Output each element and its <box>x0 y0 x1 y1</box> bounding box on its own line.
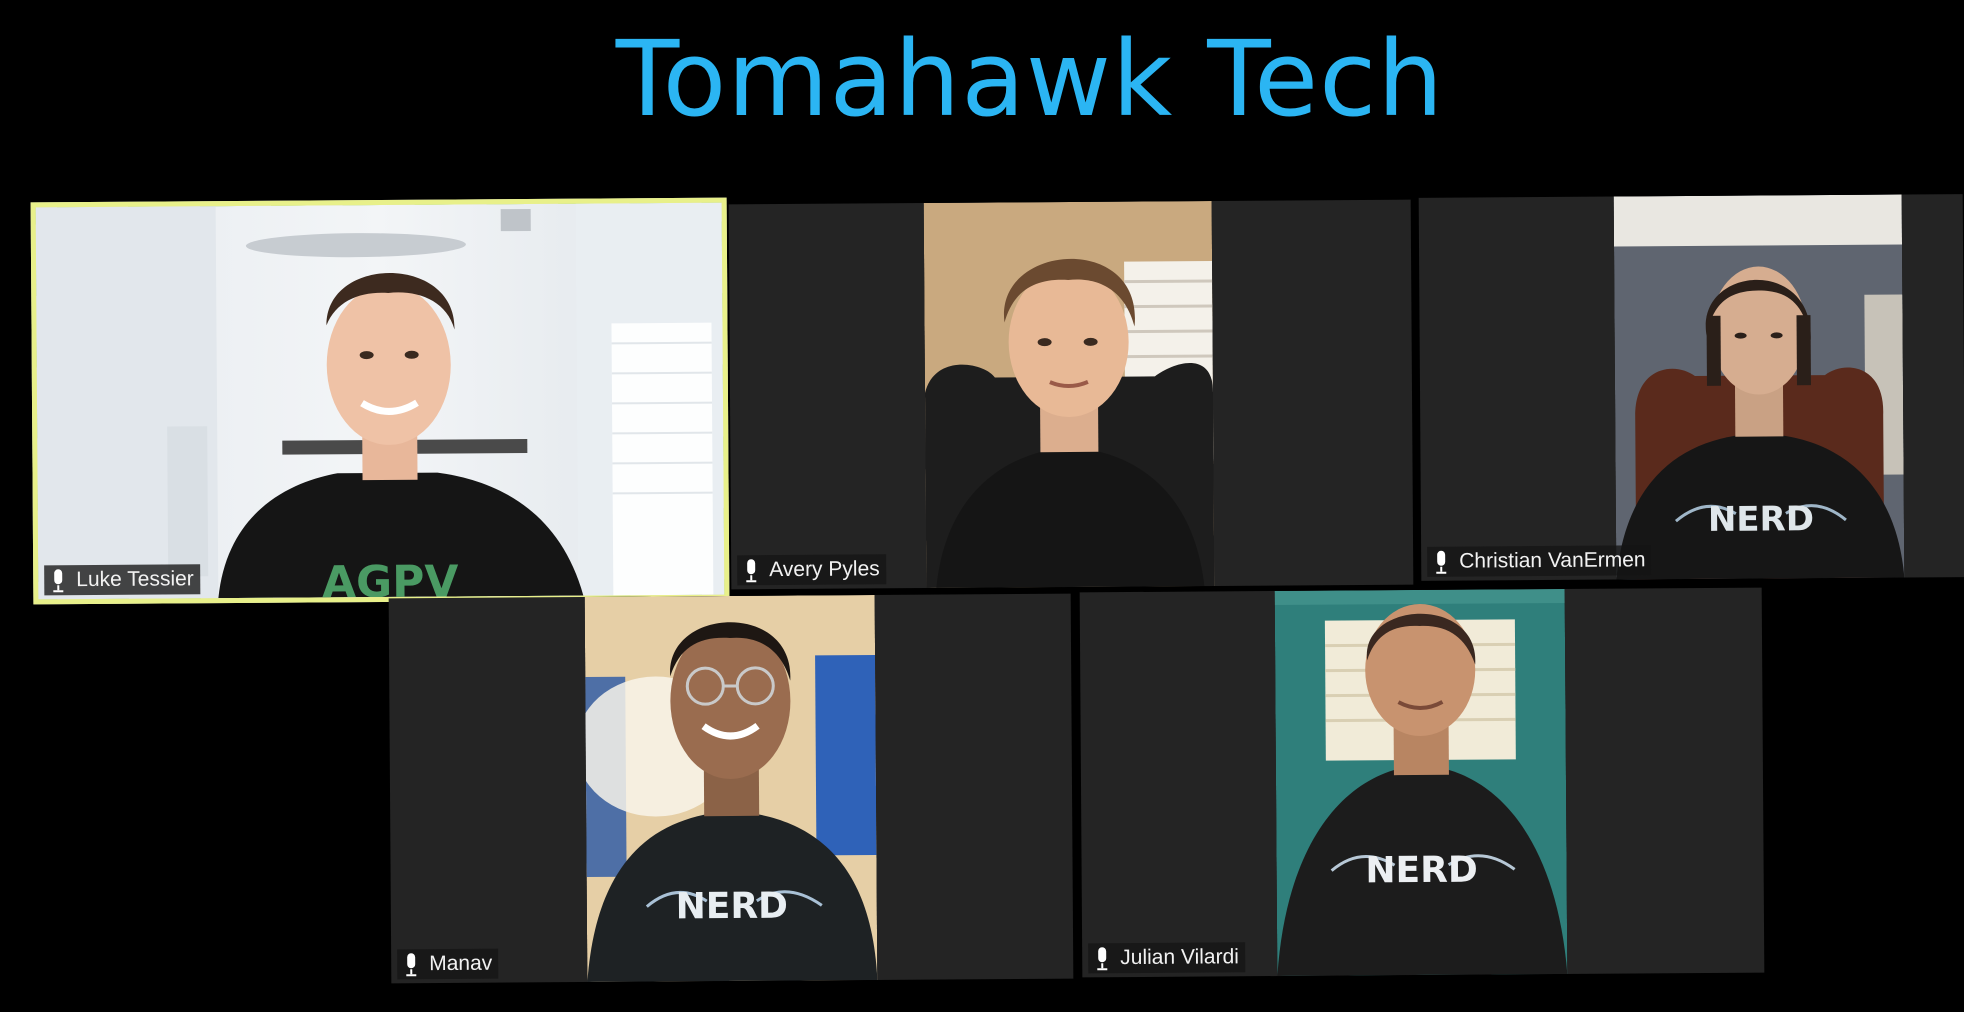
microphone-icon <box>48 567 68 593</box>
microphone-icon <box>1092 945 1112 971</box>
nameplate: Manav <box>397 948 499 980</box>
participant-video: NERD <box>584 594 878 983</box>
microphone-icon <box>1431 549 1451 575</box>
shirt-print: NERD <box>1708 499 1814 540</box>
video-tile-avery[interactable]: Avery Pyles <box>728 199 1414 590</box>
room-background <box>923 201 1215 589</box>
participant-video: AGPV <box>35 202 725 600</box>
participant-name: Manav <box>429 951 493 976</box>
video-tile-luke[interactable]: AGPV Luke Tessier <box>30 197 730 605</box>
participant-name: Luke Tessier <box>76 567 194 592</box>
shirt-print: NERD <box>1365 850 1478 892</box>
room-background: NERD <box>1613 194 1905 580</box>
participant-name: Julian Vilardi <box>1120 945 1239 970</box>
video-tile-manav[interactable]: NERD Manav <box>388 593 1074 984</box>
video-tile-christian[interactable]: NERD Christian VanErmen <box>1418 194 1964 581</box>
room-background: NERD <box>1274 588 1568 977</box>
video-tile-julian[interactable]: NERD Julian Vilardi <box>1079 587 1765 978</box>
shirt-print: NERD <box>676 886 789 928</box>
participant-name: Christian VanErmen <box>1459 548 1646 573</box>
microphone-icon <box>741 557 761 583</box>
participant-video: NERD <box>1274 588 1568 977</box>
nameplate: Luke Tessier <box>44 564 200 596</box>
shirt-print: AGPV <box>322 556 459 599</box>
nameplate: Christian VanErmen <box>1427 545 1652 577</box>
participant-name: Avery Pyles <box>769 557 880 582</box>
participant-video: NERD <box>1613 194 1905 580</box>
nameplate: Avery Pyles <box>737 554 886 586</box>
microphone-icon <box>401 951 421 977</box>
meeting-title: Tomahawk Tech <box>615 18 1445 140</box>
nameplate: Julian Vilardi <box>1088 942 1246 974</box>
room-background: NERD <box>584 594 878 983</box>
participant-video <box>923 201 1215 589</box>
room-background: AGPV <box>35 202 725 600</box>
